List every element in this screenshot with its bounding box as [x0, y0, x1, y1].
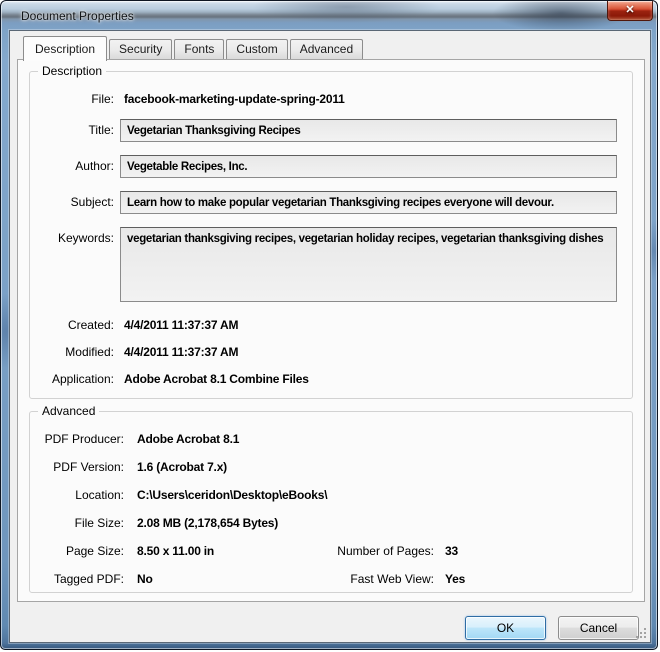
tab-custom[interactable]: Custom — [226, 39, 288, 59]
pdf-producer-value: Adobe Acrobat 8.1 — [137, 432, 240, 446]
number-of-pages-label: Number of Pages: — [337, 544, 434, 558]
page-size-value: 8.50 x 11.00 in — [137, 544, 215, 558]
file-row: File: facebook-marketing-update-spring-2… — [30, 92, 622, 106]
created-value: 4/4/2011 11:37:37 AM — [124, 318, 239, 332]
created-label: Created: — [67, 318, 114, 332]
page-size-label: Page Size: — [65, 544, 124, 558]
tagged-pdf-label: Tagged PDF: — [53, 572, 124, 586]
description-groupbox: Description File: facebook-marketing-upd… — [29, 64, 633, 399]
keywords-textarea[interactable]: vegetarian thanksgiving recipes, vegetar… — [120, 227, 617, 302]
location-value: C:\Users\ceridon\Desktop\eBooks\ — [137, 488, 328, 502]
subject-label: Subject: — [70, 195, 114, 209]
modified-label: Modified: — [65, 345, 114, 359]
pdf-producer-row: PDF Producer: Adobe Acrobat 8.1 — [30, 432, 622, 446]
tab-security[interactable]: Security — [109, 39, 173, 59]
file-size-value: 2.08 MB (2,178,654 Bytes) — [137, 516, 279, 530]
tab-strip: Description Security Fonts Custom Advanc… — [23, 35, 364, 61]
author-input[interactable] — [120, 155, 617, 178]
file-size-label: File Size: — [74, 516, 124, 530]
cancel-button[interactable]: Cancel — [558, 616, 639, 640]
fast-web-view-label: Fast Web View: — [350, 572, 434, 586]
window-title[interactable]: Document Properties — [21, 9, 134, 23]
modified-value: 4/4/2011 11:37:37 AM — [124, 345, 239, 359]
title-label: Title: — [88, 123, 114, 137]
file-size-row: File Size: 2.08 MB (2,178,654 Bytes) — [30, 516, 622, 530]
modified-row: Modified: 4/4/2011 11:37:37 AM — [30, 345, 622, 359]
file-label: File: — [91, 92, 114, 106]
subject-input[interactable] — [120, 191, 617, 214]
pdf-version-label: PDF Version: — [53, 460, 124, 474]
application-row: Application: Adobe Acrobat 8.1 Combine F… — [30, 372, 622, 386]
pdf-producer-label: PDF Producer: — [44, 432, 124, 446]
location-row: Location: C:\Users\ceridon\Desktop\eBook… — [30, 488, 622, 502]
close-icon: ✕ — [625, 4, 635, 16]
description-groupbox-legend: Description — [38, 64, 107, 79]
created-row: Created: 4/4/2011 11:37:37 AM — [30, 318, 622, 332]
file-value: facebook-marketing-update-spring-2011 — [124, 92, 345, 106]
document-properties-dialog: Document Properties ✕ Description Securi… — [0, 0, 658, 650]
application-value: Adobe Acrobat 8.1 Combine Files — [124, 372, 309, 386]
tab-advanced[interactable]: Advanced — [289, 39, 364, 59]
tab-fonts[interactable]: Fonts — [174, 39, 225, 59]
advanced-groupbox: Advanced PDF Producer: Adobe Acrobat 8.1… — [29, 404, 633, 593]
location-label: Location: — [75, 488, 124, 502]
fast-web-view-row: Fast Web View: Yes — [260, 572, 465, 586]
close-button[interactable]: ✕ — [607, 1, 653, 21]
fast-web-view-value: Yes — [445, 572, 466, 586]
application-label: Application: — [51, 372, 114, 386]
number-of-pages-row: Number of Pages: 33 — [260, 544, 458, 558]
advanced-groupbox-legend: Advanced — [38, 404, 100, 419]
number-of-pages-value: 33 — [445, 544, 458, 558]
keywords-label: Keywords: — [57, 231, 114, 245]
author-label: Author: — [75, 159, 114, 173]
pdf-version-row: PDF Version: 1.6 (Acrobat 7.x) — [30, 460, 622, 474]
dialog-client-area: Description Security Fonts Custom Advanc… — [9, 30, 651, 643]
tab-page-description: Description File: facebook-marketing-upd… — [17, 59, 645, 602]
resize-grip[interactable] — [635, 627, 647, 639]
tagged-pdf-value: No — [137, 572, 153, 586]
tab-description[interactable]: Description — [23, 36, 108, 61]
ok-button[interactable]: OK — [465, 616, 546, 640]
title-input[interactable] — [120, 119, 617, 142]
pdf-version-value: 1.6 (Acrobat 7.x) — [137, 460, 227, 474]
